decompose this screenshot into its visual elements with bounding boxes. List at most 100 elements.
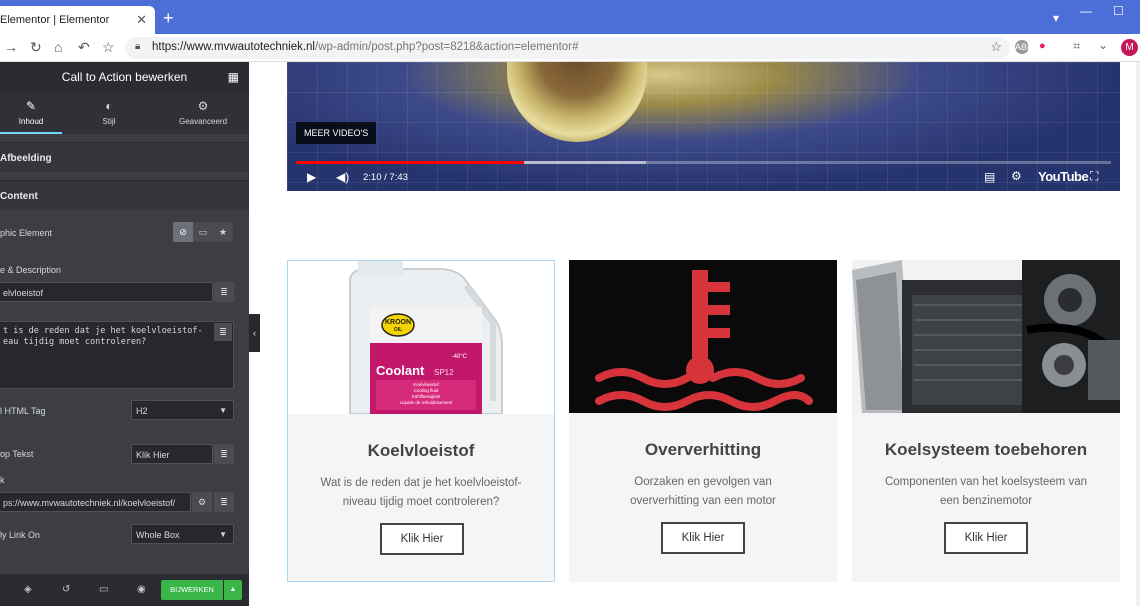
browser-titlebar: Elementor | Elementor ✕ + ▾ — ☐	[0, 0, 1140, 34]
description-dynamic-icon[interactable]: ≣	[214, 323, 232, 341]
description-textarea[interactable]: t is de reden dat je het koelvloeistof- …	[0, 321, 234, 389]
graphic-image-icon[interactable]: ▭	[193, 222, 213, 242]
card-desc-line-1: Componenten van het koelsysteem van	[884, 476, 1087, 488]
crop-icon[interactable]: ⌗	[1073, 38, 1080, 54]
button-text-dynamic-icon[interactable]: ≣	[214, 444, 234, 464]
tab-content[interactable]: ✎ Inhoud	[0, 92, 62, 134]
cta-card-coolant[interactable]: KROON OIL -40°C Coolant SP12 Koelvloeist…	[287, 260, 555, 582]
bottle-brand-top: KROON	[385, 319, 411, 326]
bottle-variant: SP12	[434, 368, 454, 377]
title-description-label: e & Description	[0, 265, 62, 275]
bottle-line-3: Kühlflüssigkeit	[412, 394, 442, 399]
update-options-caret-icon[interactable]: ▲	[224, 580, 242, 600]
maximize-icon[interactable]: ☐	[1113, 4, 1124, 18]
settings-gear-icon[interactable]: ⚙	[1011, 169, 1022, 183]
more-videos-button[interactable]: MEER VIDEO'S	[296, 122, 377, 144]
fullscreen-icon[interactable]: ⛶	[1090, 169, 1098, 184]
subtitles-icon[interactable]: ▤	[984, 170, 995, 184]
card-description: Componenten van het koelsysteem van een …	[872, 473, 1100, 511]
link-input[interactable]: ps://www.mvwautotechniek.nl/koelvloeisto…	[0, 492, 191, 512]
card-cta-button[interactable]: Klik Hier	[661, 522, 745, 554]
tab-content-label: Inhoud	[18, 117, 44, 126]
lock-icon: 🔒︎	[135, 41, 141, 52]
youtube-logo[interactable]: YouTube	[1038, 169, 1089, 184]
color-extension-icon[interactable]: ●	[1039, 40, 1046, 52]
section-image-label: Afbeelding	[0, 153, 52, 164]
apply-link-select[interactable]: Whole Box ▼	[131, 524, 234, 544]
card-image-temperature-warning	[569, 260, 837, 413]
link-dynamic-icon[interactable]: ≣	[214, 492, 234, 512]
preview-eye-icon[interactable]: ◉	[137, 584, 146, 595]
card-title: Oververhitting	[644, 440, 762, 459]
play-icon[interactable]: ▶	[307, 170, 316, 184]
graphic-none-icon[interactable]: ⊘	[173, 222, 193, 242]
title-dynamic-icon[interactable]: ≣	[214, 282, 234, 302]
history-icon[interactable]: ↺	[62, 584, 70, 595]
url-input[interactable]: 🔒︎ https://www.mvwautotechniek.nl/wp-adm…	[125, 37, 1010, 59]
title-input[interactable]: elvloeistof	[0, 282, 213, 302]
button-text-label: op Tekst	[0, 449, 34, 459]
panel-title: Call to Action bewerken	[61, 70, 188, 84]
tab-search-icon[interactable]: ▾	[1053, 11, 1059, 25]
card-desc-line-1: Oorzaken en gevolgen van	[634, 476, 772, 488]
browser-tab[interactable]: Elementor | Elementor ✕	[0, 6, 155, 34]
tab-style[interactable]: ◐ Stijl	[78, 92, 140, 134]
profile-avatar[interactable]: M	[1121, 39, 1138, 56]
update-button[interactable]: BIJWERKEN	[161, 580, 223, 600]
card-image-engine	[852, 260, 1120, 413]
card-title: Koelsysteem toebehoren	[884, 440, 1088, 459]
bookmark-star-icon[interactable]: ☆	[102, 39, 115, 56]
section-content[interactable]: Content	[0, 180, 249, 210]
forward-icon[interactable]: →	[4, 39, 18, 55]
tab-title: Elementor | Elementor	[0, 14, 110, 26]
cta-card-cooling-system[interactable]: Koelsysteem toebehoren Componenten van h…	[852, 260, 1120, 582]
cta-card-overheating[interactable]: Oververhitting Oorzaken en gevolgen van …	[569, 260, 837, 582]
undo-icon[interactable]: ↶	[78, 39, 90, 56]
navigator-layers-icon[interactable]: ◈	[24, 584, 32, 595]
card-description: Oorzaken en gevolgen van oververhitting …	[589, 473, 817, 511]
card-cta-button[interactable]: Klik Hier	[380, 523, 464, 555]
card-image-coolant-bottle: KROON OIL -40°C Coolant SP12 Koelvloeist…	[288, 261, 554, 414]
card-desc-line-2: een benzinemotor	[939, 495, 1033, 507]
bookmark-page-icon[interactable]: ☆	[990, 39, 1002, 55]
widgets-grid-icon[interactable]: ▦	[228, 70, 239, 84]
downloads-icon[interactable]: ⌄	[1098, 38, 1108, 52]
reload-icon[interactable]: ↻	[30, 39, 42, 56]
pencil-icon: ✎	[25, 99, 37, 113]
card-desc-line-2: oververhitting van een motor	[630, 495, 776, 507]
video-played-bar	[296, 161, 524, 164]
button-text-input[interactable]: Klik Hier	[131, 444, 213, 464]
video-progress-bar[interactable]	[296, 161, 1111, 164]
tab-advanced-label: Geavanceerd	[178, 117, 228, 126]
link-options-gear-icon[interactable]: ⚙	[192, 492, 212, 512]
new-tab-button[interactable]: +	[163, 8, 174, 29]
card-desc-line-1: Wat is de reden dat je het koelvloeistof…	[320, 477, 522, 489]
html-tag-value: H2	[136, 406, 148, 416]
panel-header: Call to Action bewerken ▦	[0, 62, 249, 92]
section-content-label: Content	[0, 191, 38, 202]
chevron-down-icon: ▼	[219, 530, 227, 539]
youtube-video-player[interactable]: MEER VIDEO'S ▶ ◀︎) 2:10 / 7:43 ▤ ⚙ YouTu…	[287, 62, 1120, 191]
graphic-icon-star-icon[interactable]: ★	[213, 222, 233, 242]
minimize-icon[interactable]: —	[1080, 4, 1092, 18]
home-icon[interactable]: ⌂	[54, 39, 62, 55]
adblock-icon[interactable]: ABP	[1015, 40, 1033, 54]
section-image[interactable]: Afbeelding	[0, 142, 249, 172]
volume-icon[interactable]: ◀︎)	[336, 170, 349, 184]
tab-style-label: Stijl	[102, 117, 116, 126]
preview-scrollbar[interactable]	[1136, 62, 1140, 606]
card-title: Koelvloeistof	[367, 441, 475, 460]
html-tag-select[interactable]: H2 ▼	[131, 400, 234, 420]
apply-link-label: ly Link On	[0, 530, 41, 540]
tab-advanced[interactable]: ⚙ Geavanceerd	[170, 92, 236, 134]
graphic-element-label: phic Element	[0, 228, 53, 238]
card-cta-button[interactable]: Klik Hier	[944, 522, 1028, 554]
tab-close-icon[interactable]: ✕	[136, 12, 147, 28]
bottle-line-2: Cooling fluid	[414, 388, 439, 393]
panel-collapse-toggle[interactable]: ‹	[249, 314, 260, 352]
contrast-icon: ◐	[105, 99, 113, 113]
title-html-tag-label: l HTML Tag	[0, 406, 46, 416]
responsive-desktop-icon[interactable]: ▭	[99, 584, 108, 595]
bottle-product: Coolant	[376, 363, 425, 378]
bottle-temp: -40°C	[452, 354, 468, 360]
